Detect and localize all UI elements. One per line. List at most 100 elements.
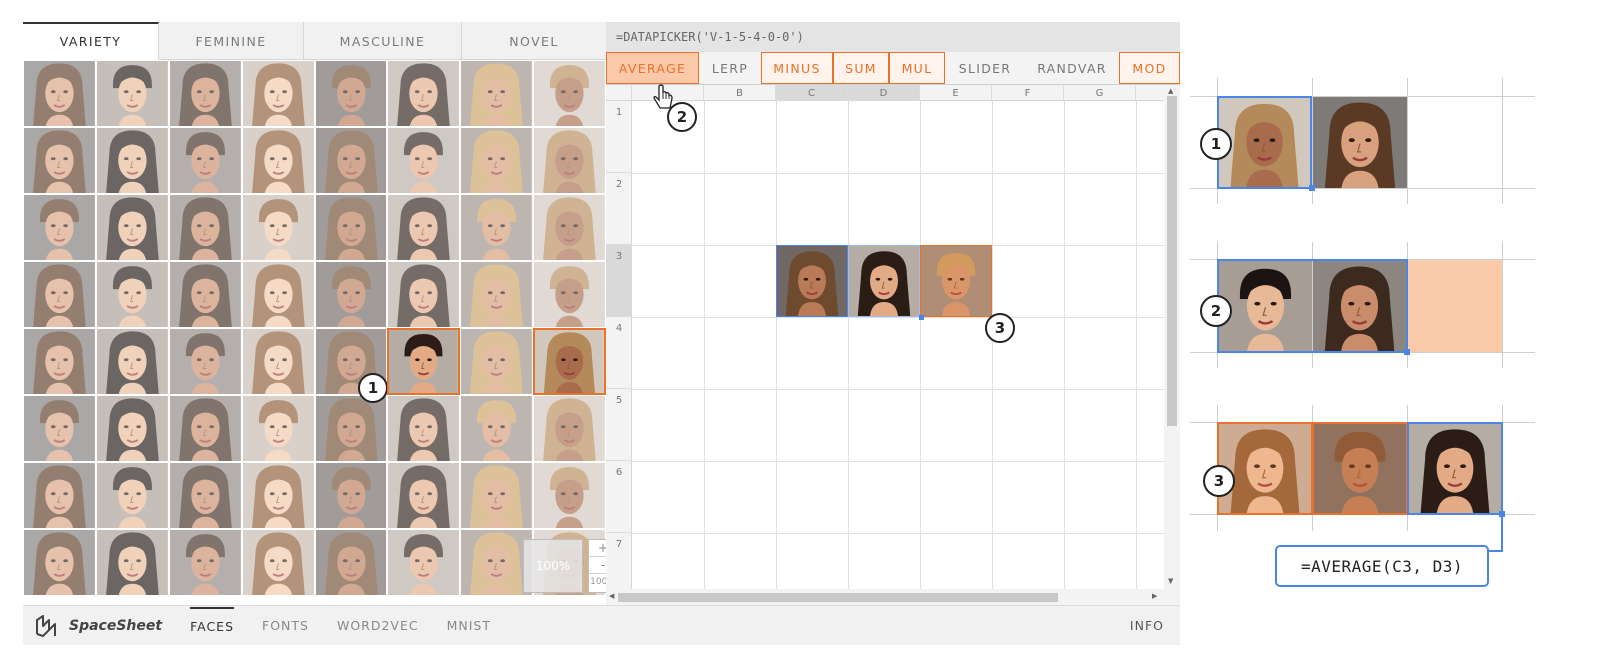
face-thumbnail[interactable] bbox=[23, 127, 96, 194]
face-thumbnail[interactable] bbox=[95, 127, 169, 194]
face-thumbnail[interactable] bbox=[241, 328, 315, 395]
face-thumbnail[interactable] bbox=[314, 395, 388, 462]
face-thumbnail[interactable] bbox=[23, 194, 96, 261]
tab-feminine[interactable]: FEMININE bbox=[159, 22, 304, 60]
face-thumbnail[interactable] bbox=[387, 194, 461, 261]
tab-masculine[interactable]: MASCULINE bbox=[304, 22, 462, 60]
row-header-4[interactable]: 4 bbox=[606, 317, 632, 389]
face-thumbnail[interactable] bbox=[460, 462, 534, 529]
face-thumbnail[interactable] bbox=[387, 462, 461, 529]
face-thumbnail[interactable] bbox=[314, 529, 388, 596]
face-thumbnail[interactable] bbox=[168, 127, 242, 194]
info-link[interactable]: INFO bbox=[1130, 618, 1164, 633]
sum-button[interactable]: SUM bbox=[833, 52, 889, 84]
face-thumbnail[interactable] bbox=[314, 127, 388, 194]
mod-button[interactable]: MOD bbox=[1119, 52, 1180, 84]
face-thumbnail[interactable] bbox=[387, 395, 461, 462]
vertical-scroll-thumb[interactable] bbox=[1167, 96, 1177, 426]
nav-faces[interactable]: FACES bbox=[190, 606, 235, 645]
face-thumbnail[interactable] bbox=[23, 462, 96, 529]
minus-button[interactable]: MINUS bbox=[761, 52, 833, 84]
face-thumbnail[interactable] bbox=[533, 60, 606, 127]
face-thumbnail[interactable] bbox=[241, 529, 315, 596]
face-thumbnail[interactable] bbox=[168, 395, 242, 462]
cell-d3-face[interactable] bbox=[848, 245, 920, 317]
face-thumbnail[interactable] bbox=[168, 529, 242, 596]
face-thumbnail[interactable] bbox=[460, 261, 534, 328]
cell-c3-face[interactable] bbox=[776, 245, 848, 317]
face-thumbnail[interactable] bbox=[241, 127, 315, 194]
face-thumbnail[interactable] bbox=[95, 462, 169, 529]
row-header-7[interactable]: 7 bbox=[606, 533, 632, 589]
face-thumbnail[interactable] bbox=[241, 395, 315, 462]
face-thumbnail[interactable] bbox=[241, 194, 315, 261]
face-thumbnail[interactable] bbox=[241, 261, 315, 328]
column-header-g[interactable]: G bbox=[1064, 85, 1136, 101]
face-thumbnail[interactable] bbox=[168, 60, 242, 127]
face-thumbnail[interactable] bbox=[95, 60, 169, 127]
face-thumbnail[interactable] bbox=[95, 194, 169, 261]
face-thumbnail[interactable] bbox=[168, 194, 242, 261]
average-button[interactable]: AVERAGE bbox=[606, 52, 699, 84]
mul-button[interactable]: MUL bbox=[889, 52, 945, 84]
face-thumbnail[interactable] bbox=[533, 462, 606, 529]
face-thumbnail[interactable] bbox=[241, 462, 315, 529]
face-thumbnail[interactable] bbox=[460, 328, 534, 395]
face-thumbnail[interactable] bbox=[533, 261, 606, 328]
row-header-5[interactable]: 5 bbox=[606, 389, 632, 461]
randvar-button[interactable]: RANDVAR bbox=[1025, 52, 1119, 84]
scroll-down-arrow[interactable]: ▼ bbox=[1168, 577, 1173, 585]
formula-bar[interactable]: =DATAPICKER('V-1-5-4-0-0') bbox=[606, 22, 1180, 52]
face-thumbnail[interactable] bbox=[23, 60, 96, 127]
face-thumbnail[interactable] bbox=[387, 60, 461, 127]
column-header-d[interactable]: D bbox=[848, 85, 920, 101]
face-thumbnail[interactable] bbox=[387, 529, 461, 596]
column-header-b[interactable]: B bbox=[704, 85, 776, 101]
nav-word2vec[interactable]: WORD2VEC bbox=[337, 607, 419, 645]
face-thumbnail[interactable] bbox=[95, 328, 169, 395]
slider-button[interactable]: SLIDER bbox=[945, 52, 1025, 84]
face-thumbnail[interactable] bbox=[23, 261, 96, 328]
face-thumbnail[interactable] bbox=[95, 395, 169, 462]
face-thumbnail[interactable] bbox=[168, 328, 242, 395]
face-thumbnail[interactable] bbox=[533, 127, 606, 194]
scroll-left-arrow[interactable]: ◀ bbox=[609, 592, 614, 600]
column-header-f[interactable]: F bbox=[992, 85, 1064, 101]
selected-face-thumbnail[interactable] bbox=[387, 328, 461, 395]
nav-mnist[interactable]: MNIST bbox=[447, 607, 491, 645]
face-thumbnail[interactable] bbox=[95, 529, 169, 596]
face-thumbnail[interactable] bbox=[168, 261, 242, 328]
column-header-c[interactable]: C bbox=[776, 85, 848, 101]
scroll-up-arrow[interactable]: ▲ bbox=[1168, 87, 1173, 95]
cell-grid[interactable] bbox=[632, 101, 1164, 589]
face-thumbnail[interactable] bbox=[23, 529, 96, 596]
face-thumbnail[interactable] bbox=[23, 328, 96, 395]
column-header-e[interactable]: E bbox=[920, 85, 992, 101]
tab-variety[interactable]: VARIETY bbox=[23, 22, 159, 60]
row-header-1[interactable]: 1 bbox=[606, 101, 632, 173]
face-thumbnail[interactable] bbox=[314, 60, 388, 127]
face-thumbnail[interactable] bbox=[387, 127, 461, 194]
face-thumbnail[interactable] bbox=[314, 194, 388, 261]
face-thumbnail[interactable] bbox=[460, 194, 534, 261]
face-thumbnail[interactable] bbox=[533, 194, 606, 261]
fill-handle[interactable] bbox=[919, 315, 924, 320]
face-thumbnail[interactable] bbox=[168, 462, 242, 529]
face-thumbnail[interactable] bbox=[460, 60, 534, 127]
selected-face-thumbnail[interactable] bbox=[533, 328, 606, 395]
face-thumbnail[interactable] bbox=[314, 261, 388, 328]
face-thumbnail[interactable] bbox=[314, 462, 388, 529]
face-thumbnail[interactable] bbox=[460, 395, 534, 462]
face-thumbnail[interactable] bbox=[95, 261, 169, 328]
row-header-3[interactable]: 3 bbox=[606, 245, 632, 317]
tab-novel[interactable]: NOVEL bbox=[462, 22, 606, 60]
nav-fonts[interactable]: FONTS bbox=[262, 607, 309, 645]
row-header-2[interactable]: 2 bbox=[606, 173, 632, 245]
lerp-button[interactable]: LERP bbox=[699, 52, 761, 84]
cell-e3-face[interactable] bbox=[920, 245, 992, 317]
scroll-right-arrow[interactable]: ▶ bbox=[1152, 592, 1157, 600]
face-thumbnail[interactable] bbox=[460, 127, 534, 194]
row-header-6[interactable]: 6 bbox=[606, 461, 632, 533]
face-thumbnail[interactable] bbox=[23, 395, 96, 462]
face-thumbnail[interactable] bbox=[387, 261, 461, 328]
